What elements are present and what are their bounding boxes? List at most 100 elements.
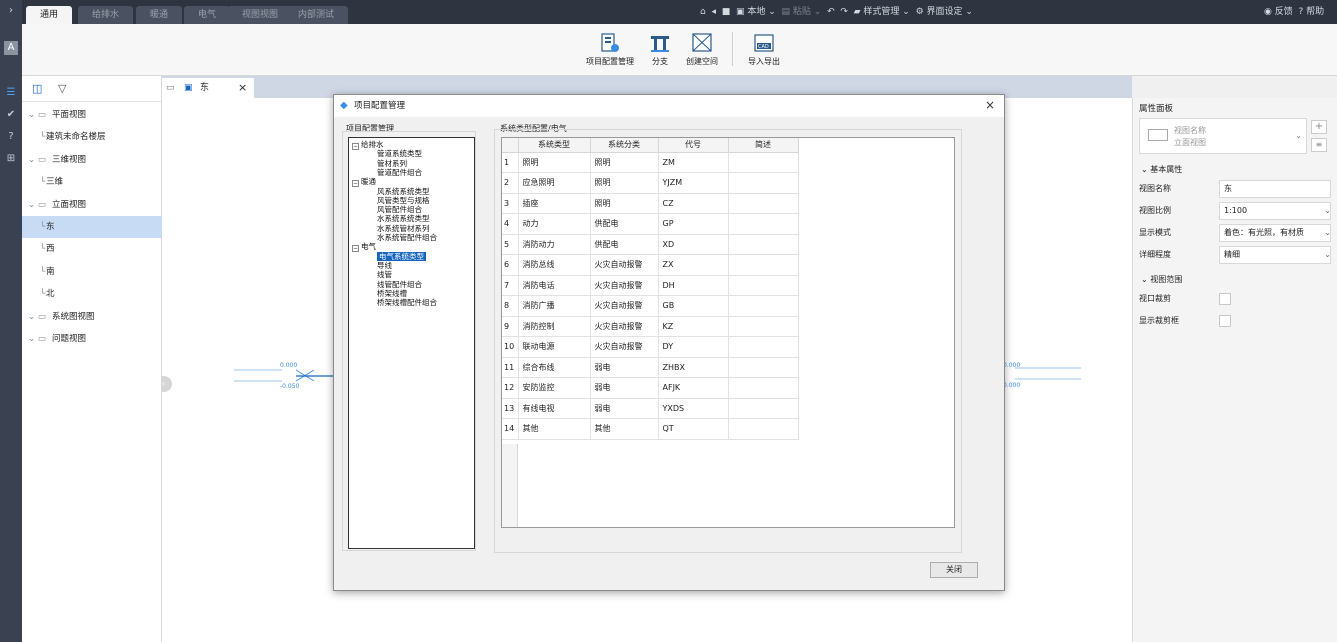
col-header[interactable]: 代号 bbox=[658, 138, 729, 153]
table-row[interactable]: 12 安防监控 弱电 AFJK bbox=[502, 377, 799, 399]
save-icon[interactable]: ▣ bbox=[736, 7, 745, 17]
tree-node[interactable]: ⌄ ▭ 三维视图 bbox=[22, 149, 162, 171]
panel-toggle-icon[interactable]: ◫ bbox=[32, 82, 42, 95]
tree-node[interactable]: ⌄ ▭ 系统图视图 bbox=[22, 306, 162, 328]
table-cell[interactable]: ZHBX bbox=[658, 357, 729, 378]
table-row[interactable]: 13 有线电视 弱电 YXDS bbox=[502, 398, 799, 419]
table-cell[interactable] bbox=[728, 275, 799, 296]
open-icon[interactable]: ■ bbox=[722, 7, 731, 17]
table-row[interactable]: 4 动力 供配电 GP bbox=[502, 213, 799, 235]
table-cell[interactable]: 照明 bbox=[590, 193, 659, 214]
tab-general[interactable]: 通用 bbox=[26, 6, 73, 24]
table-cell[interactable] bbox=[728, 172, 799, 194]
tree-node[interactable]: └西 bbox=[22, 238, 162, 260]
dialog-titlebar[interactable]: ◆ 项目配置管理 bbox=[334, 95, 1004, 117]
tab-hvac[interactable]: 暖通 bbox=[136, 6, 183, 24]
filter-icon[interactable]: ▽ bbox=[58, 82, 66, 95]
col-header[interactable]: 简述 bbox=[728, 138, 799, 153]
table-row[interactable]: 10 联动电源 火灾自动报警 DY bbox=[502, 336, 799, 358]
tree-node[interactable]: ⌄ ▭ 立面视图 bbox=[22, 194, 162, 216]
table-cell[interactable]: GB bbox=[658, 295, 729, 317]
table-cell[interactable]: YJZM bbox=[658, 172, 729, 194]
tree-node[interactable]: ⌄ ▭ 平面视图 bbox=[22, 104, 162, 126]
config-tree-item[interactable]: 管道配件组合 bbox=[377, 168, 422, 177]
prop-value[interactable]: 精细 bbox=[1219, 246, 1331, 264]
list-icon[interactable]: ☰ bbox=[4, 86, 18, 100]
grid-icon[interactable]: ⊞ bbox=[4, 152, 18, 166]
table-cell[interactable]: XD bbox=[658, 234, 729, 255]
config-tree-item[interactable]: 风管类型与规格 bbox=[377, 196, 430, 205]
table-cell[interactable]: 火灾自动报警 bbox=[590, 295, 659, 317]
local-menu[interactable]: 本地 bbox=[747, 7, 765, 17]
prop-value[interactable]: 着色：有光照，有材质 bbox=[1219, 224, 1331, 242]
table-row[interactable]: 6 消防总线 火灾自动报警 ZX bbox=[502, 254, 799, 276]
table-cell[interactable] bbox=[728, 418, 799, 440]
table-row[interactable]: 14 其他 其他 QT bbox=[502, 418, 799, 440]
tab-internal-test[interactable]: 内部测试 bbox=[284, 6, 349, 24]
chevron-down-icon[interactable]: ⌄ bbox=[1324, 246, 1331, 264]
table-cell[interactable]: 联动电源 bbox=[518, 336, 591, 358]
config-tree-item[interactable]: 管道系统类型 bbox=[377, 149, 422, 158]
tree-node[interactable]: └东 bbox=[22, 216, 162, 238]
config-tree-item[interactable]: 水系统管配件组合 bbox=[377, 233, 437, 242]
collapse-toggle-icon[interactable]: − bbox=[352, 180, 359, 188]
table-cell[interactable] bbox=[728, 377, 799, 399]
create-space-button[interactable]: 创建空间 bbox=[672, 32, 732, 72]
table-cell[interactable]: YXDS bbox=[658, 398, 729, 419]
table-row[interactable]: 5 消防动力 供配电 XD bbox=[502, 234, 799, 255]
config-tree-item[interactable]: 风系统系统类型 bbox=[377, 187, 430, 196]
tree-node[interactable]: └三维 bbox=[22, 171, 162, 193]
table-cell[interactable]: 综合布线 bbox=[518, 357, 591, 378]
table-cell[interactable]: 消防总线 bbox=[518, 254, 591, 276]
config-tree-item[interactable]: 水系统系统类型 bbox=[377, 214, 430, 223]
table-cell[interactable]: 照明 bbox=[518, 152, 591, 173]
system-type-grid[interactable]: 系统类型 系统分类 代号 简述 1 照明 照明 ZM 2 应急照明 照明 YJZM 3 插座 照明 C… bbox=[501, 137, 955, 528]
table-cell[interactable]: 插座 bbox=[518, 193, 591, 214]
table-cell[interactable]: ZX bbox=[658, 254, 729, 276]
table-cell[interactable]: 安防监控 bbox=[518, 377, 591, 399]
table-cell[interactable]: 火灾自动报警 bbox=[590, 254, 659, 276]
table-cell[interactable] bbox=[728, 295, 799, 317]
table-cell[interactable] bbox=[728, 398, 799, 419]
table-cell[interactable]: 弱电 bbox=[590, 398, 659, 419]
table-cell[interactable]: 火灾自动报警 bbox=[590, 275, 659, 296]
table-cell[interactable] bbox=[728, 357, 799, 378]
table-row[interactable]: 3 插座 照明 CZ bbox=[502, 193, 799, 214]
help-link[interactable]: 帮助 bbox=[1306, 7, 1324, 17]
show-crop-checkbox[interactable] bbox=[1219, 315, 1231, 327]
table-cell[interactable]: 其他 bbox=[518, 418, 591, 440]
table-cell[interactable]: 弱电 bbox=[590, 377, 659, 399]
home-icon[interactable]: ⌂ bbox=[700, 7, 706, 17]
table-cell[interactable] bbox=[728, 234, 799, 255]
table-cell[interactable]: 消防控制 bbox=[518, 316, 591, 337]
config-tree-item[interactable]: 电气系统类型 bbox=[377, 251, 426, 261]
table-cell[interactable] bbox=[728, 254, 799, 276]
crop-view-checkbox[interactable] bbox=[1219, 293, 1231, 305]
table-cell[interactable]: 应急照明 bbox=[518, 172, 591, 194]
config-tree-item[interactable]: 水系统管材系列 bbox=[377, 224, 430, 233]
tree-node[interactable]: ⌄ ▭ 问题视图 bbox=[22, 328, 162, 350]
table-row[interactable]: 11 综合布线 弱电 ZHBX bbox=[502, 357, 799, 378]
tree-node[interactable]: └南 bbox=[22, 261, 162, 283]
table-cell[interactable]: 照明 bbox=[590, 172, 659, 194]
config-tree-item[interactable]: − 给排水 bbox=[352, 140, 384, 150]
tree-node[interactable]: └北 bbox=[22, 283, 162, 305]
table-cell[interactable]: 供配电 bbox=[590, 213, 659, 235]
style-manage-menu[interactable]: 样式管理 bbox=[863, 7, 899, 17]
table-cell[interactable] bbox=[728, 316, 799, 337]
table-cell[interactable]: KZ bbox=[658, 316, 729, 337]
section-basic[interactable]: ⌄ 基本属性 bbox=[1141, 164, 1182, 175]
view-type-selector[interactable]: 视图名称 立面视图 ⌄ bbox=[1139, 118, 1307, 154]
config-tree-item[interactable]: − 电气 bbox=[352, 242, 376, 253]
chevron-down-icon[interactable]: ⌄ bbox=[1324, 202, 1331, 220]
redo-icon[interactable]: ↷ bbox=[840, 7, 848, 17]
undo-icon[interactable]: ↶ bbox=[827, 7, 835, 17]
table-cell[interactable]: 弱电 bbox=[590, 357, 659, 378]
table-cell[interactable]: 消防广播 bbox=[518, 295, 591, 317]
table-cell[interactable]: 供配电 bbox=[590, 234, 659, 255]
collapse-toggle-icon[interactable]: − bbox=[352, 143, 359, 150]
window-icon[interactable]: ▭ bbox=[166, 78, 175, 98]
table-cell[interactable] bbox=[728, 193, 799, 214]
prop-value[interactable]: 东 bbox=[1219, 180, 1331, 198]
send-icon[interactable]: ◂ bbox=[711, 7, 716, 17]
